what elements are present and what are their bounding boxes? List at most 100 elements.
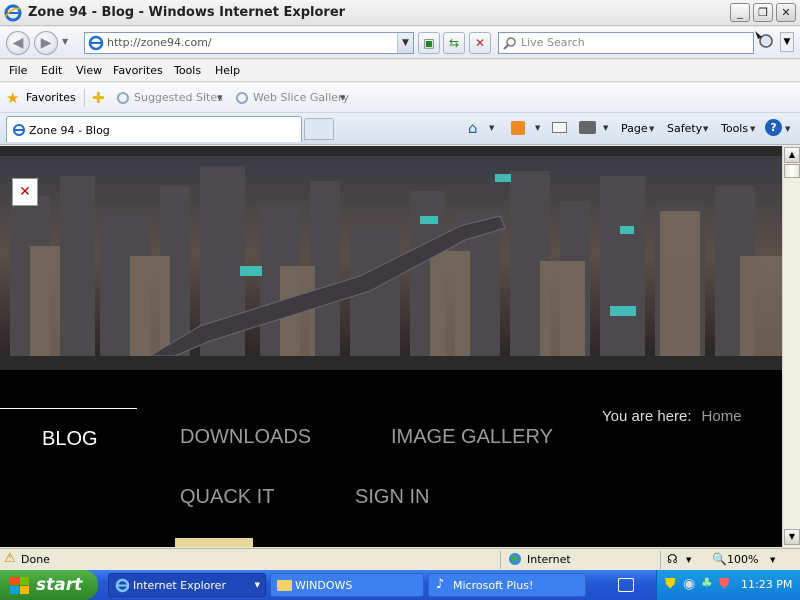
forward-button[interactable]: ▶ — [34, 31, 58, 55]
taskbar-ie-icon — [115, 578, 130, 593]
nav-blog-label: BLOG — [42, 428, 98, 450]
ie-window: Zone 94 - Blog - Windows Internet Explor… — [0, 0, 800, 570]
history-dropdown-icon[interactable]: ▼ — [62, 37, 68, 46]
menu-favorites[interactable]: Favorites — [113, 64, 163, 77]
tab-ie-icon — [13, 124, 25, 136]
broken-image-icon: ✕ — [12, 178, 38, 206]
add-to-favorites-icon[interactable]: ✚ — [92, 89, 105, 107]
status-separator-2 — [660, 551, 661, 569]
tools-dropdown-icon[interactable]: ▼ — [750, 125, 755, 133]
folder-icon — [277, 580, 292, 591]
home-dropdown-icon[interactable]: ▼ — [489, 124, 494, 132]
feeds-dropdown-icon[interactable]: ▼ — [535, 124, 540, 132]
scroll-up-icon[interactable]: ▲ — [784, 147, 800, 163]
security-shield-icon[interactable]: ⛊ — [665, 576, 676, 592]
taskbar-item-microsoft-plus[interactable]: ♪ Microsoft Plus! — [428, 573, 586, 597]
address-dropdown-icon[interactable]: ▼ — [397, 33, 413, 53]
nav-image-gallery-label: IMAGE GALLERY — [391, 426, 553, 448]
read-mail-icon[interactable] — [552, 122, 567, 133]
zoom-icon[interactable]: 🔍 — [712, 552, 727, 566]
search-icon — [503, 37, 516, 50]
page-ie-icon — [88, 35, 104, 51]
address-bar[interactable]: http://zone94.com/ ▼ — [84, 32, 414, 54]
feeds-icon[interactable] — [511, 121, 525, 135]
tab-row: Zone 94 - Blog ⌂ ▼ ▼ ▼ Page ▼ Safety ▼ T… — [0, 113, 800, 145]
nav-quack-it[interactable]: QUACK IT — [140, 468, 313, 525]
print-dropdown-icon[interactable]: ▼ — [603, 124, 608, 132]
protected-mode-icon[interactable]: ☊ — [667, 552, 678, 566]
search-options-dropdown-icon[interactable]: ▼ — [780, 32, 794, 52]
keyboard-icon[interactable] — [618, 578, 634, 592]
vertical-scrollbar[interactable]: ▲ ▼ — [782, 146, 800, 547]
restore-button[interactable]: ❐ — [753, 3, 773, 22]
nav-blog[interactable]: BLOG — [0, 408, 137, 466]
search-box[interactable]: Live Search — [498, 32, 754, 54]
help-icon[interactable]: ? — [765, 119, 782, 136]
safety-menu[interactable]: Safety — [667, 122, 702, 135]
status-text: Done — [21, 553, 50, 566]
zone-text: Internet — [527, 553, 571, 566]
search-placeholder: Live Search — [521, 36, 585, 49]
menu-edit[interactable]: Edit — [41, 64, 62, 77]
window-title: Zone 94 - Blog - Windows Internet Explor… — [28, 5, 346, 20]
suggested-sites-dropdown-icon[interactable]: ▼ — [217, 94, 222, 102]
page-menu[interactable]: Page — [621, 122, 648, 135]
warning-icon: ⚠ — [4, 551, 16, 566]
antivirus-shield-icon[interactable]: ⛊ — [719, 576, 730, 592]
taskbar-item-ie[interactable]: Internet Explorer ▼ — [108, 573, 266, 597]
tray-app-icon[interactable]: ◉ — [683, 576, 695, 592]
search-go-icon[interactable] — [752, 27, 778, 55]
suggested-sites-link[interactable]: Suggested Sites — [134, 91, 223, 104]
scroll-down-icon[interactable]: ▼ — [784, 529, 800, 545]
start-button[interactable]: start — [0, 570, 98, 600]
web-slice-dropdown-icon[interactable]: ▼ — [340, 94, 345, 102]
stop-icon[interactable]: ✕ — [469, 32, 491, 54]
favbar-separator — [84, 89, 85, 107]
menu-bar: File Edit View Favorites Tools Help — [0, 60, 800, 82]
status-bar: ⚠ Done Internet ☊ ▼ 🔍 100% ▼ — [0, 548, 800, 570]
close-button[interactable]: ✕ — [776, 3, 796, 22]
tools-menu[interactable]: Tools — [721, 122, 748, 135]
nav-image-gallery[interactable]: IMAGE GALLERY — [350, 408, 594, 466]
back-button[interactable]: ◀ — [6, 31, 30, 55]
menu-help[interactable]: Help — [215, 64, 240, 77]
taskbar-group-dropdown-icon[interactable]: ▼ — [255, 581, 260, 589]
tab-zone94[interactable]: Zone 94 - Blog — [6, 116, 302, 142]
menu-tools[interactable]: Tools — [174, 64, 201, 77]
help-dropdown-icon[interactable]: ▼ — [785, 125, 790, 133]
taskbar: start Internet Explorer ▼ WINDOWS ♪ Micr… — [0, 570, 800, 600]
menu-view[interactable]: View — [76, 64, 102, 77]
favorites-star-icon: ★ — [6, 89, 20, 107]
favorites-button[interactable]: Favorites — [26, 91, 76, 104]
web-content: ✕ BLOG DOWNLOADS IMAGE GALLERY QUACK IT … — [0, 146, 782, 547]
breadcrumb-home-link[interactable]: Home — [702, 408, 742, 425]
breadcrumb-label: You are here: — [602, 408, 692, 425]
page-dropdown-icon[interactable]: ▼ — [649, 125, 654, 133]
system-tray: ⛊ ◉ ♣ ⛊ 11:23 PM — [656, 570, 800, 600]
web-slice-gallery-link[interactable]: Web Slice Gallery — [253, 91, 349, 104]
favorites-bar: ★ Favorites ✚ Suggested Sites ▼ Web Slic… — [0, 83, 800, 113]
compatibility-view-icon[interactable]: ▣ — [418, 32, 440, 54]
ie-logo-icon — [4, 4, 22, 22]
home-icon[interactable]: ⌂ — [468, 119, 478, 137]
minimize-button[interactable]: _ — [730, 3, 750, 22]
zoom-level[interactable]: 100% — [727, 553, 758, 566]
scroll-thumb[interactable] — [784, 164, 800, 178]
safety-dropdown-icon[interactable]: ▼ — [703, 125, 708, 133]
new-tab-button[interactable] — [304, 118, 334, 140]
protected-mode-dropdown-icon[interactable]: ▼ — [686, 556, 691, 564]
taskbar-item-label: WINDOWS — [295, 579, 353, 592]
taskbar-item-label: Microsoft Plus! — [453, 579, 534, 592]
clock: 11:23 PM — [741, 578, 793, 591]
network-icon[interactable]: ♣ — [701, 576, 713, 591]
nav-sign-in[interactable]: SIGN IN — [315, 468, 468, 525]
print-icon[interactable] — [579, 121, 596, 134]
taskbar-item-windows[interactable]: WINDOWS — [270, 573, 424, 597]
menu-file[interactable]: File — [9, 64, 27, 77]
microsoft-plus-icon: ♪ — [436, 577, 445, 592]
nav-downloads[interactable]: DOWNLOADS — [140, 408, 348, 466]
tab-label: Zone 94 - Blog — [29, 124, 110, 137]
refresh-icon[interactable]: ⇆ — [443, 32, 465, 54]
address-url[interactable]: http://zone94.com/ — [107, 36, 212, 49]
zoom-dropdown-icon[interactable]: ▼ — [770, 556, 775, 564]
